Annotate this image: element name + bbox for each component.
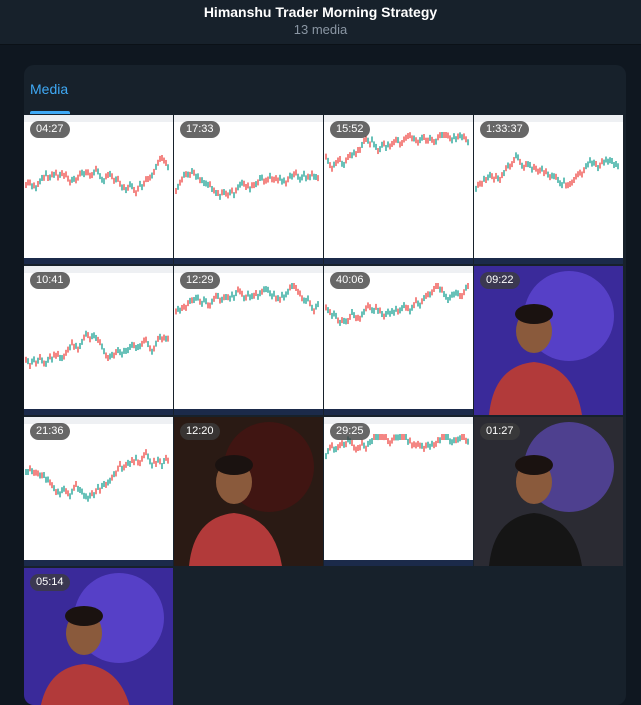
video-duration-badge: 12:20 bbox=[180, 423, 220, 440]
video-duration-badge: 21:36 bbox=[30, 423, 70, 440]
tab-bar: Media bbox=[24, 65, 626, 115]
video-duration-badge: 01:27 bbox=[480, 423, 520, 440]
video-thumbnail-chart[interactable]: 04:27 bbox=[24, 115, 173, 264]
video-thumbnail-person[interactable]: 05:14 bbox=[24, 568, 173, 705]
video-duration-badge: 15:52 bbox=[330, 121, 370, 138]
video-duration-badge: 40:06 bbox=[330, 272, 370, 289]
video-thumbnail-person[interactable]: 01:27 bbox=[474, 417, 623, 566]
video-thumbnail-chart[interactable]: 1:33:37 bbox=[474, 115, 623, 264]
video-duration-badge: 12:29 bbox=[180, 272, 220, 289]
channel-title: Himanshu Trader Morning Strategy bbox=[203, 4, 438, 20]
chat-header: Himanshu Trader Morning Strategy 13 medi… bbox=[0, 0, 641, 45]
tab-media[interactable]: Media bbox=[30, 81, 68, 97]
video-thumbnail-chart[interactable]: 12:29 bbox=[174, 266, 323, 415]
tab-active-indicator bbox=[30, 111, 70, 114]
video-duration-badge: 10:41 bbox=[30, 272, 70, 289]
media-count: 13 media bbox=[293, 22, 348, 37]
video-duration-badge: 09:22 bbox=[480, 272, 520, 289]
video-thumbnail-chart[interactable]: 15:52 bbox=[324, 115, 473, 264]
video-thumbnail-person[interactable]: 12:20 bbox=[174, 417, 323, 566]
video-duration-badge: 17:33 bbox=[180, 121, 220, 138]
video-thumbnail-chart[interactable]: 17:33 bbox=[174, 115, 323, 264]
video-thumbnail-chart[interactable]: 10:41 bbox=[24, 266, 173, 415]
video-thumbnail-chart[interactable]: 40:06 bbox=[324, 266, 473, 415]
video-duration-badge: 04:27 bbox=[30, 121, 70, 138]
video-thumbnail-person[interactable]: 09:22 bbox=[474, 266, 623, 415]
video-duration-badge: 1:33:37 bbox=[480, 121, 529, 138]
video-thumbnail-chart[interactable]: 29:25 bbox=[324, 417, 473, 566]
video-duration-badge: 29:25 bbox=[330, 423, 370, 440]
video-thumbnail-chart[interactable]: 21:36 bbox=[24, 417, 173, 566]
media-panel: Media 04:27 17:33 15:52 1:33:37 10:41 12:29 40… bbox=[24, 65, 626, 705]
video-duration-badge: 05:14 bbox=[30, 574, 70, 591]
